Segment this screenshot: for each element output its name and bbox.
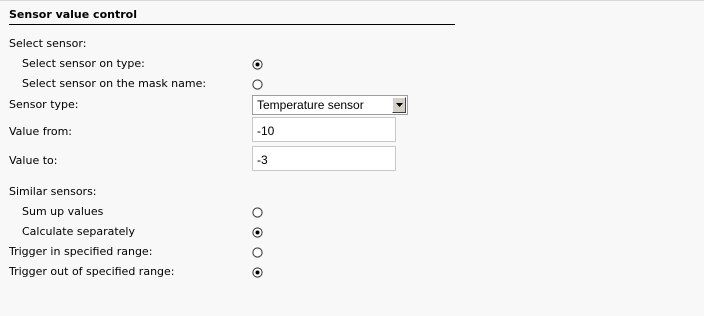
radio-button-icon bbox=[252, 79, 263, 90]
select-on-mask-radio[interactable] bbox=[252, 79, 263, 90]
dropdown-arrow-icon[interactable] bbox=[392, 97, 406, 113]
value-from-label: Value from: bbox=[9, 125, 73, 138]
value-to-label: Value to: bbox=[9, 154, 58, 167]
calculate-separately-radio[interactable] bbox=[252, 227, 263, 238]
radio-button-icon bbox=[252, 207, 263, 218]
calculate-separately-label: Calculate separately bbox=[22, 225, 136, 238]
radio-button-icon bbox=[252, 59, 263, 70]
sensor-value-control-panel: Sensor value control Select sensor: Sele… bbox=[0, 0, 704, 316]
select-on-type-label: Select sensor on type: bbox=[22, 57, 145, 70]
trigger-out-range-radio[interactable] bbox=[252, 267, 263, 278]
select-on-mask-label: Select sensor on the mask name: bbox=[22, 77, 207, 90]
similar-sensors-heading: Similar sensors: bbox=[9, 185, 97, 198]
sensor-type-label: Sensor type: bbox=[9, 98, 79, 111]
sensor-type-value: Temperature sensor bbox=[257, 98, 364, 112]
value-to-input[interactable]: -3 bbox=[252, 146, 396, 171]
trigger-out-range-label: Trigger out of specified range: bbox=[9, 265, 175, 278]
select-on-type-radio[interactable] bbox=[252, 59, 263, 70]
select-sensor-heading: Select sensor: bbox=[9, 37, 87, 50]
radio-button-icon bbox=[252, 247, 263, 258]
radio-selected-dot bbox=[255, 62, 260, 67]
trigger-in-range-radio[interactable] bbox=[252, 247, 263, 258]
radio-button-icon bbox=[252, 227, 263, 238]
sum-up-values-radio[interactable] bbox=[252, 207, 263, 218]
radio-selected-dot bbox=[255, 270, 260, 275]
trigger-in-range-label: Trigger in specified range: bbox=[9, 245, 153, 258]
radio-selected-dot bbox=[255, 230, 260, 235]
sensor-type-select[interactable]: Temperature sensor bbox=[252, 95, 408, 115]
value-from-input[interactable]: -10 bbox=[252, 117, 396, 142]
radio-button-icon bbox=[252, 267, 263, 278]
panel-title: Sensor value control bbox=[9, 8, 455, 25]
sum-up-values-label: Sum up values bbox=[22, 205, 104, 218]
